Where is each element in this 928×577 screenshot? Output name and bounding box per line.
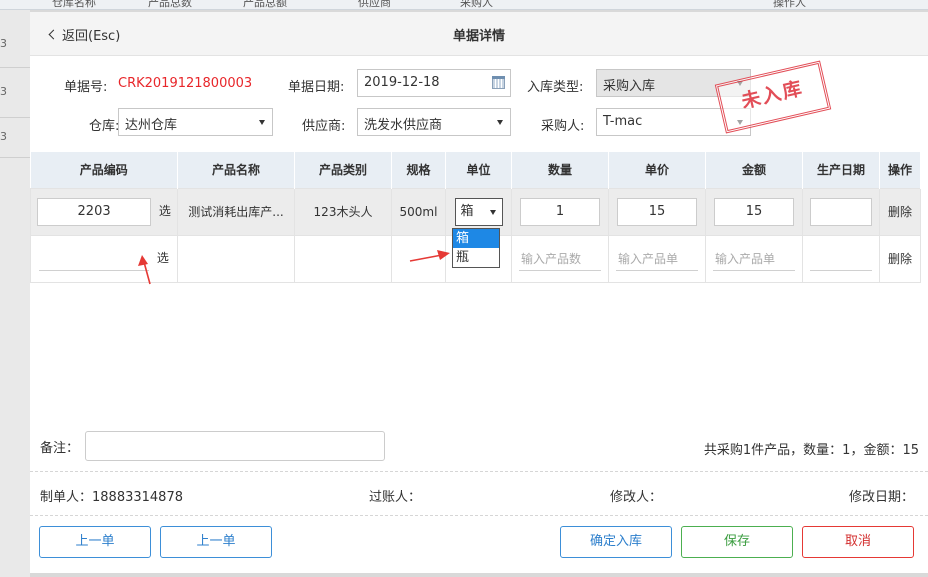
supplier-label: 供应商: <box>302 119 346 134</box>
remark-input[interactable] <box>85 431 385 461</box>
amount-input[interactable]: 15 <box>714 197 794 226</box>
bg-row-mark: 3 <box>0 130 7 143</box>
warehouse-select[interactable]: 达州仓库 <box>118 108 273 136</box>
price-input[interactable]: 输入产品单 <box>616 247 698 271</box>
code-cell: 2203 选 <box>30 187 178 236</box>
chevron-down-icon <box>497 120 503 125</box>
dialog-header: 返回(Esc) 单据详情 <box>30 12 928 56</box>
chevron-down-icon <box>489 209 496 215</box>
remark-label: 备注： <box>40 441 80 456</box>
warehouse-label: 仓库: <box>89 119 120 134</box>
col-header-spec: 规格 <box>391 152 446 188</box>
production-date-input[interactable] <box>810 247 872 271</box>
bg-row-mark: 3 <box>0 37 7 50</box>
doc-date-value: 2019-12-18 <box>364 75 440 90</box>
buyer-label: 采购人: <box>541 119 585 134</box>
document-detail-dialog: 返回(Esc) 单据详情 单据号: CRK2019121800003 单据日期:… <box>30 12 928 573</box>
col-header-unit: 单位 <box>445 152 512 188</box>
product-name-cell: 测试消耗出库产... <box>177 187 295 236</box>
save-button[interactable]: 保存 <box>681 526 793 558</box>
dialog-title: 单据详情 <box>452 29 505 44</box>
modifier-info: 修改人： <box>610 490 663 505</box>
product-category-cell: 123木头人 <box>294 187 392 236</box>
bg-col-operator: 操作人 <box>773 0 806 9</box>
product-code-input[interactable] <box>39 247 150 271</box>
calendar-icon[interactable] <box>492 76 505 89</box>
unit-dropdown-list: 箱 瓶 <box>452 228 500 268</box>
price-input[interactable]: 15 <box>617 197 697 226</box>
buyer-value: T-mac <box>603 114 643 129</box>
col-header-operation: 操作 <box>879 152 921 188</box>
divider <box>30 471 928 472</box>
modify-date-info: 修改日期： <box>849 490 915 505</box>
prev-document-button[interactable]: 上一单 <box>39 526 151 558</box>
product-spec-cell <box>391 234 446 283</box>
product-name-cell <box>177 234 295 283</box>
amount-cell: 15 <box>705 187 803 236</box>
unit-value: 箱 <box>460 203 474 219</box>
col-header-amount: 金额 <box>705 152 803 188</box>
col-header-name: 产品名称 <box>177 152 295 188</box>
poster-info: 过账人： <box>369 490 422 505</box>
qty-cell: 输入产品数 <box>511 234 609 283</box>
cancel-button[interactable]: 取消 <box>802 526 914 558</box>
maker-info: 制单人：18883314878 <box>40 490 183 505</box>
confirm-stock-in-button[interactable]: 确定入库 <box>560 526 672 558</box>
qty-cell: 1 <box>511 187 609 236</box>
supplier-value: 洗发水供应商 <box>364 118 443 133</box>
delete-row-button[interactable]: 删除 <box>879 187 921 236</box>
pick-product-button[interactable]: 选 <box>157 251 169 265</box>
price-cell: 输入产品单 <box>608 234 706 283</box>
col-header-qty: 数量 <box>511 152 609 188</box>
unit-option-box[interactable]: 箱 <box>453 229 499 248</box>
background-table-header: 仓库名称 产品总数 产品总额 供应商 采购人 操作人 <box>0 0 928 10</box>
production-date-cell <box>802 187 880 236</box>
product-spec-cell: 500ml <box>391 187 446 236</box>
production-date-input[interactable] <box>810 197 872 226</box>
doc-no-value: CRK2019121800003 <box>118 76 253 91</box>
bg-row-mark: 3 <box>0 85 7 98</box>
qty-input[interactable]: 输入产品数 <box>519 247 601 271</box>
product-code-input[interactable]: 2203 <box>37 197 152 226</box>
product-category-cell <box>294 234 392 283</box>
production-date-cell <box>802 234 880 283</box>
chevron-down-icon <box>259 120 265 125</box>
col-header-category: 产品类别 <box>294 152 392 188</box>
in-type-value: 采购入库 <box>603 79 656 94</box>
doc-date-label: 单据日期: <box>288 80 345 95</box>
background-table-left-edge: 3 3 3 <box>0 10 30 577</box>
unit-select[interactable]: 箱 <box>454 197 503 226</box>
unit-option-bottle[interactable]: 瓶 <box>453 248 499 267</box>
qty-input[interactable]: 1 <box>520 197 600 226</box>
bg-col-warehouse: 仓库名称 <box>52 0 96 9</box>
divider <box>30 515 928 516</box>
col-header-code: 产品编码 <box>30 152 178 188</box>
amount-cell: 输入产品单 <box>705 234 803 283</box>
bg-col-supplier: 供应商 <box>358 0 391 9</box>
pick-product-button[interactable]: 选 <box>159 204 171 218</box>
table-header-row: 产品编码 产品名称 产品类别 规格 单位 数量 单价 金额 生产日期 操作 <box>30 152 921 188</box>
purchase-summary: 共采购1件产品，数量：1，金额：15 <box>703 443 919 458</box>
prev-document-button-2[interactable]: 上一单 <box>160 526 272 558</box>
price-cell: 15 <box>608 187 706 236</box>
bg-col-buyer: 采购人 <box>460 0 493 9</box>
doc-no-label: 单据号: <box>64 80 108 95</box>
col-header-price: 单价 <box>608 152 706 188</box>
bg-col-product-amount: 产品总额 <box>243 0 287 9</box>
col-header-production-date: 生产日期 <box>802 152 880 188</box>
delete-row-button[interactable]: 删除 <box>879 234 921 283</box>
warehouse-value: 达州仓库 <box>125 118 178 133</box>
bg-col-product-count: 产品总数 <box>148 0 192 9</box>
in-type-label: 入库类型: <box>527 80 584 95</box>
amount-input[interactable]: 输入产品单 <box>713 247 795 271</box>
doc-date-field[interactable]: 2019-12-18 <box>357 69 511 97</box>
supplier-select[interactable]: 洗发水供应商 <box>357 108 511 136</box>
code-cell: 选 <box>30 234 178 283</box>
